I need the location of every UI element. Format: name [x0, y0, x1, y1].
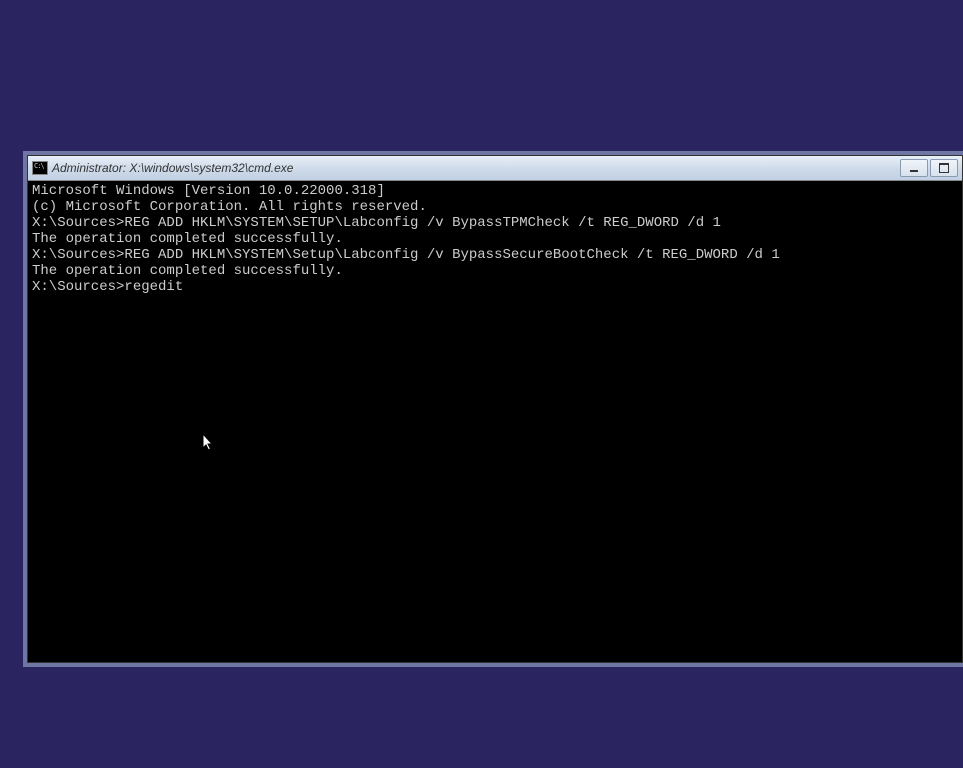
terminal-line: X:\Sources>regedit	[32, 279, 958, 295]
cmd-icon	[32, 161, 48, 175]
terminal-line: The operation completed successfully.	[32, 231, 958, 247]
terminal-line: The operation completed successfully.	[32, 263, 958, 279]
minimize-button[interactable]	[900, 159, 928, 177]
terminal-line: X:\Sources>REG ADD HKLM\SYSTEM\Setup\Lab…	[32, 247, 958, 263]
titlebar[interactable]: Administrator: X:\windows\system32\cmd.e…	[28, 156, 962, 181]
cmd-window: Administrator: X:\windows\system32\cmd.e…	[27, 155, 963, 663]
window-controls	[900, 159, 958, 177]
terminal-line: (c) Microsoft Corporation. All rights re…	[32, 199, 958, 215]
window-title: Administrator: X:\windows\system32\cmd.e…	[52, 161, 900, 175]
terminal-line: Microsoft Windows [Version 10.0.22000.31…	[32, 183, 958, 199]
terminal-line: X:\Sources>REG ADD HKLM\SYSTEM\SETUP\Lab…	[32, 215, 958, 231]
maximize-button[interactable]	[930, 159, 958, 177]
terminal-output[interactable]: Microsoft Windows [Version 10.0.22000.31…	[28, 181, 962, 662]
